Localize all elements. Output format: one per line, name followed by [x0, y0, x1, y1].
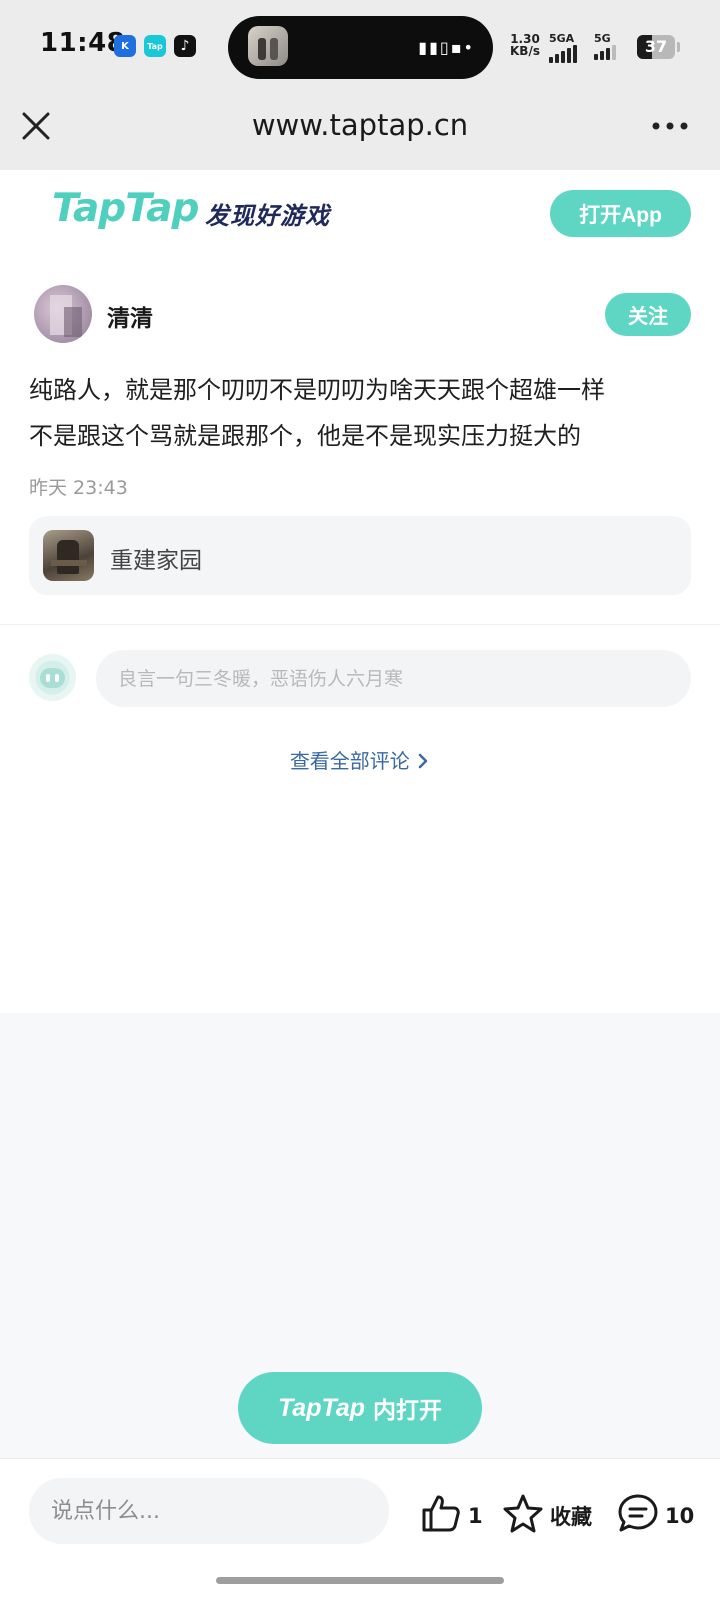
speed-unit: KB/s — [510, 44, 540, 58]
username[interactable]: 清清 — [107, 299, 153, 333]
robot-avatar-icon — [29, 654, 76, 701]
post-content-line: 不是跟这个骂就是跟那个，他是不是现实压力挺大的 — [29, 422, 581, 450]
avatar[interactable] — [34, 285, 92, 343]
signal-bars-icon — [594, 45, 616, 60]
signal-5g: 5G — [594, 32, 616, 60]
view-all-label: 查看全部评论 — [289, 749, 410, 773]
favorite-button[interactable]: 收藏 — [502, 1493, 592, 1538]
chevron-right-icon — [416, 751, 430, 775]
game-card[interactable]: 重建家园 — [29, 516, 691, 595]
battery-level: 37 — [644, 37, 668, 56]
network-speed: 1.30 KB/s — [510, 33, 540, 57]
dynamic-island[interactable]: ▮▮▯▪• — [228, 16, 493, 79]
bottom-bar: 1 收藏 10 — [0, 1458, 720, 1601]
comment-bubble-icon — [617, 1493, 659, 1538]
notification-icons: K Tap ♪ — [114, 35, 196, 57]
post-content-line: 纯路人，就是那个叨叨不是叨叨为啥天天跟个超雄一样 — [29, 376, 605, 404]
taptap-icon: Tap — [144, 35, 166, 57]
open-in-taptap-button[interactable]: TapTap 内打开 — [238, 1372, 482, 1444]
battery-icon: 37 — [637, 35, 675, 59]
view-all-comments-link[interactable]: 查看全部评论 — [0, 745, 720, 775]
audio-wave-icon: ▮▮▯▪• — [418, 38, 475, 57]
post-content: 纯路人，就是那个叨叨不是叨叨为啥天天跟个超雄一样 不是跟这个骂就是跟那个，他是不… — [29, 367, 689, 459]
game-name: 重建家园 — [110, 548, 202, 574]
signal-bars-icon — [549, 45, 577, 63]
signal-5ga-label: 5GA — [549, 32, 575, 45]
divider — [0, 624, 720, 625]
comment-input[interactable] — [96, 650, 691, 707]
k-app-icon: K — [114, 35, 136, 57]
follow-button[interactable]: 关注 — [605, 293, 691, 336]
comment-count: 10 — [665, 1503, 695, 1528]
like-count: 1 — [468, 1503, 483, 1528]
browser-header: 11:48 K Tap ♪ ▮▮▯▪• 1.30 KB/s 5GA 5G 37 … — [0, 0, 720, 170]
more-options-icon[interactable] — [650, 112, 690, 140]
signal-5ga: 5GA — [549, 32, 577, 63]
slogan: 发现好游戏 — [205, 202, 330, 230]
status-time: 11:48 — [40, 28, 126, 58]
home-indicator[interactable] — [216, 1577, 504, 1584]
comments-button[interactable]: 10 — [617, 1493, 694, 1538]
taptap-logo[interactable]: TapTap — [52, 186, 199, 231]
open-in-label: 内打开 — [373, 1397, 443, 1423]
battery-cap — [677, 42, 680, 52]
post-time: 昨天 23:43 — [29, 477, 128, 499]
media-thumbnail-icon — [248, 26, 288, 66]
open-in-brand: TapTap — [277, 1393, 366, 1422]
tiktok-icon: ♪ — [174, 35, 196, 57]
signal-5g-label: 5G — [594, 32, 611, 45]
url-text: www.taptap.cn — [251, 108, 469, 142]
favorite-label: 收藏 — [550, 1504, 592, 1529]
star-icon — [502, 1493, 544, 1538]
like-button[interactable]: 1 — [420, 1493, 483, 1538]
game-thumbnail — [43, 530, 94, 581]
thumbs-up-icon — [420, 1493, 462, 1538]
say-something-input[interactable] — [29, 1478, 389, 1544]
open-app-button[interactable]: 打开App — [550, 190, 691, 237]
